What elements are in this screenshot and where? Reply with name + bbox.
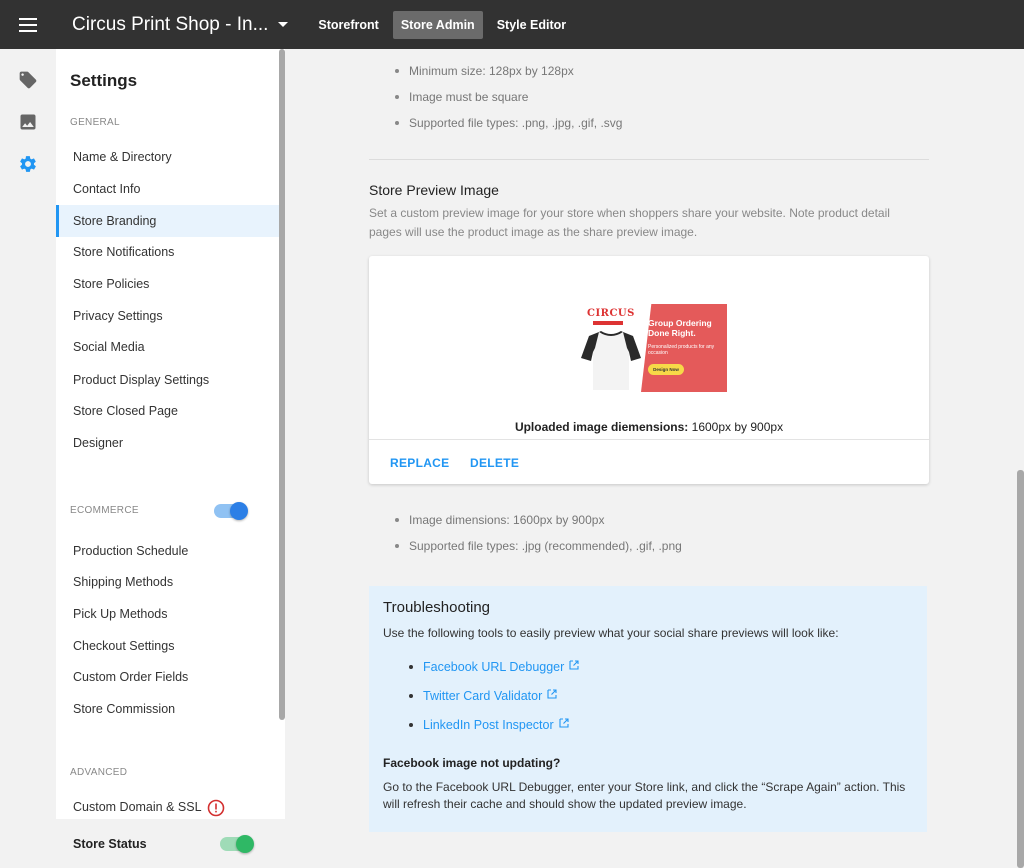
list-item: Image dimensions: 1600px by 900px: [393, 507, 682, 533]
preview-logo-text: CIRCUS: [587, 308, 635, 319]
store-preview-image: CIRCUS Group Ordering Done Right. Person…: [571, 304, 727, 392]
sidebar-title: Settings: [70, 71, 138, 90]
nav-tabs: Storefront Store Admin Style Editor: [310, 10, 574, 39]
sidebar-item-product-display[interactable]: Product Display Settings: [56, 364, 279, 396]
alert-circle-icon: [207, 799, 225, 817]
replace-button[interactable]: REPLACE: [390, 456, 449, 470]
sidebar-item-checkout-settings[interactable]: Checkout Settings: [56, 630, 279, 662]
preview-subline: Personalized products for any occasion: [648, 344, 715, 356]
section-ecommerce: ECOMMERCE: [70, 505, 139, 516]
chevron-down-icon[interactable]: [278, 22, 289, 27]
store-status-toggle[interactable]: [220, 835, 254, 853]
sidebar-item-production-schedule[interactable]: Production Schedule: [56, 535, 279, 567]
store-status-bar: Store Status: [56, 819, 285, 868]
sidebar-item-name-directory[interactable]: Name & Directory: [56, 141, 279, 173]
main-content: Minimum size: 128px by 128px Image must …: [285, 49, 1024, 868]
uploaded-dimensions: Uploaded image diemensions: 1600px by 90…: [369, 420, 929, 434]
tab-store-admin[interactable]: Store Admin: [392, 10, 483, 39]
sidebar-item-contact-info[interactable]: Contact Info: [56, 173, 279, 205]
sidebar-item-store-policies[interactable]: Store Policies: [56, 268, 279, 300]
list-item: LinkedIn Post Inspector: [409, 714, 579, 743]
preview-section-description: Set a custom preview image for your stor…: [369, 206, 890, 239]
preview-design-button: Design Now: [648, 364, 684, 375]
sidebar-item-designer[interactable]: Designer: [56, 427, 279, 459]
troubleshooting-subheading: Facebook image not updating?: [383, 756, 561, 770]
preview-section-title: Store Preview Image: [369, 182, 499, 198]
list-item: Minimum size: 128px by 128px: [393, 58, 622, 84]
tab-storefront[interactable]: Storefront: [310, 11, 386, 39]
tab-style-editor[interactable]: Style Editor: [489, 11, 574, 39]
troubleshooting-note: Go to the Facebook URL Debugger, enter y…: [383, 780, 906, 811]
linkedin-inspector-link[interactable]: LinkedIn Post Inspector: [423, 718, 554, 732]
list-item: Facebook URL Debugger: [409, 656, 579, 685]
gear-icon[interactable]: [0, 143, 56, 185]
sidebar-item-store-commission[interactable]: Store Commission: [56, 693, 279, 725]
preview-headline: Group Ordering Done Right.: [648, 318, 712, 338]
sidebar-item-social-media[interactable]: Social Media: [56, 331, 279, 363]
image-icon[interactable]: [0, 101, 56, 143]
ecommerce-toggle[interactable]: [214, 502, 248, 520]
external-link-icon[interactable]: [569, 660, 579, 670]
twitter-validator-link[interactable]: Twitter Card Validator: [423, 689, 542, 703]
store-status-label: Store Status: [73, 837, 147, 851]
troubleshooting-panel: Troubleshooting Use the following tools …: [369, 586, 927, 832]
list-item: Supported file types: .jpg (recommended)…: [393, 533, 682, 559]
troubleshooting-title: Troubleshooting: [383, 599, 491, 616]
external-link-icon[interactable]: [547, 689, 557, 699]
dimensions-label: Uploaded image diemensions:: [514, 420, 689, 434]
troubleshooting-description: Use the following tools to easily previe…: [383, 626, 839, 640]
shop-title[interactable]: Circus Print Shop - In...: [72, 14, 268, 36]
top-bar: Circus Print Shop - In... Storefront Sto…: [0, 0, 1024, 49]
sidebar-item-custom-order-fields[interactable]: Custom Order Fields: [56, 661, 279, 693]
list-item: Twitter Card Validator: [409, 685, 579, 714]
tag-icon[interactable]: [0, 59, 56, 101]
preview-image-card: CIRCUS Group Ordering Done Right. Person…: [369, 256, 929, 484]
section-advanced: ADVANCED: [70, 767, 128, 778]
sidebar-item-pick-up-methods[interactable]: Pick Up Methods: [56, 598, 279, 630]
dimensions-value: 1600px by 900px: [691, 420, 784, 434]
list-item: Supported file types: .png, .jpg, .gif, …: [393, 110, 622, 136]
troubleshooting-links: Facebook URL Debugger Twitter Card Valid…: [409, 656, 579, 743]
card-divider: [369, 439, 929, 440]
sidebar-item-privacy-settings[interactable]: Privacy Settings: [56, 300, 279, 332]
preview-requirements-list: Image dimensions: 1600px by 900px Suppor…: [393, 507, 682, 559]
tshirt-icon: [581, 331, 641, 390]
settings-sidebar: Settings GENERAL Name & Directory Contac…: [56, 49, 285, 868]
sidebar-item-store-branding[interactable]: Store Branding: [56, 205, 279, 237]
divider: [369, 159, 929, 160]
logo-requirements-list: Minimum size: 128px by 128px Image must …: [393, 58, 622, 136]
main-scrollbar[interactable]: [1017, 470, 1024, 868]
menu-icon[interactable]: [0, 0, 56, 49]
list-item: Image must be square: [393, 84, 622, 110]
external-link-icon[interactable]: [559, 718, 569, 728]
icon-rail: [0, 49, 56, 868]
delete-button[interactable]: DELETE: [470, 456, 519, 470]
sidebar-item-shipping-methods[interactable]: Shipping Methods: [56, 566, 279, 598]
sidebar-item-store-closed-page[interactable]: Store Closed Page: [56, 395, 279, 427]
section-general: GENERAL: [70, 117, 120, 128]
facebook-debugger-link[interactable]: Facebook URL Debugger: [423, 660, 564, 674]
sidebar-item-store-notifications[interactable]: Store Notifications: [56, 236, 279, 268]
